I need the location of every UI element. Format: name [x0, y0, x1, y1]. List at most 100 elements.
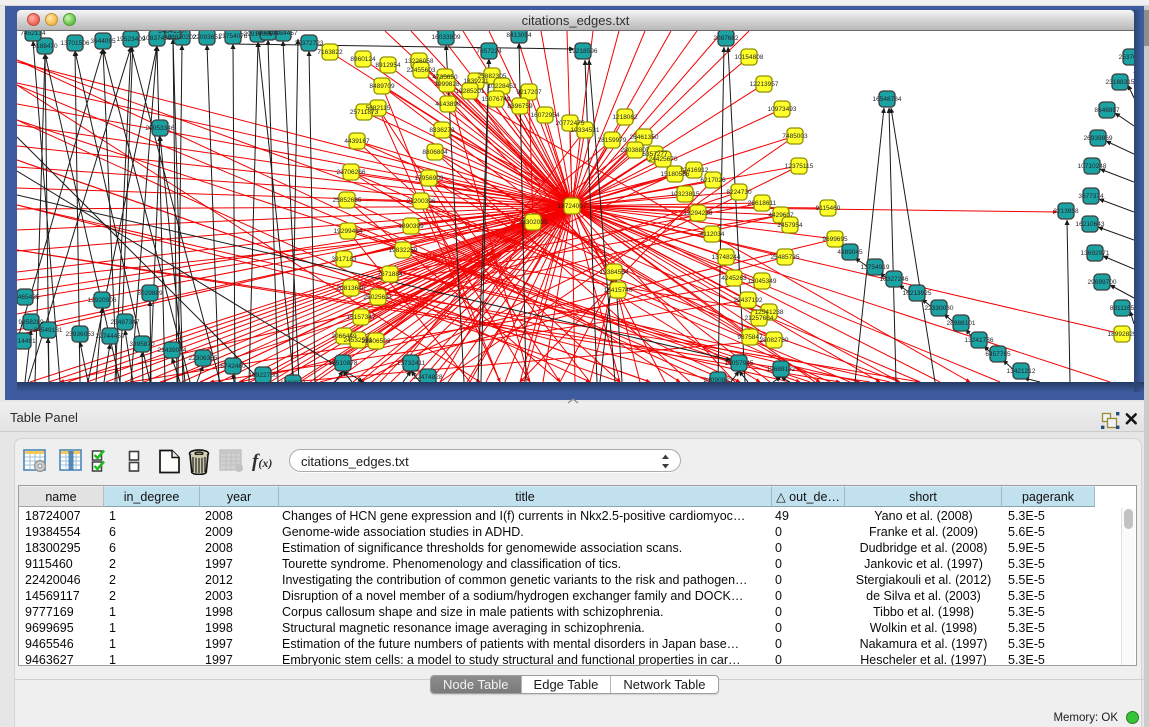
svg-text:13732411: 13732411 — [397, 360, 426, 367]
svg-text:23302035: 23302035 — [519, 219, 548, 226]
svg-text:5188470: 5188470 — [32, 43, 58, 50]
svg-text:16210643: 16210643 — [1076, 221, 1105, 228]
svg-text:19218596: 19218596 — [569, 48, 598, 55]
svg-text:13754919: 13754919 — [861, 264, 890, 271]
svg-text:18922760: 18922760 — [249, 372, 278, 379]
svg-text:2457954: 2457954 — [777, 222, 803, 229]
svg-text:4439167: 4439167 — [344, 138, 370, 145]
svg-text:3333883: 3333883 — [255, 31, 281, 36]
svg-text:24532561: 24532561 — [344, 337, 373, 344]
svg-text:8029889: 8029889 — [137, 290, 163, 297]
svg-text:10973493: 10973493 — [768, 106, 797, 113]
svg-text:17956909: 17956909 — [415, 175, 444, 182]
svg-text:10327246: 10327246 — [880, 276, 909, 283]
svg-text:21257684: 21257684 — [745, 315, 774, 322]
svg-text:12213957: 12213957 — [750, 81, 779, 88]
svg-text:20813640: 20813640 — [337, 285, 366, 292]
svg-text:4112034: 4112034 — [700, 231, 725, 238]
svg-text:28988101: 28988101 — [947, 320, 976, 327]
svg-text:9115460: 9115460 — [816, 205, 841, 212]
svg-text:4429607: 4429607 — [768, 212, 794, 219]
svg-text:24641507: 24641507 — [159, 31, 188, 35]
svg-text:4735650: 4735650 — [432, 74, 458, 81]
svg-text:22744459: 22744459 — [96, 333, 125, 340]
svg-text:20372723: 20372723 — [295, 40, 324, 47]
svg-text:16415740: 16415740 — [604, 287, 633, 294]
svg-text:7485003: 7485003 — [782, 133, 808, 140]
svg-text:24549181: 24549181 — [34, 327, 63, 334]
svg-text:9958289: 9958289 — [18, 319, 44, 326]
svg-text:3677374: 3677374 — [1078, 193, 1104, 200]
svg-text:15157347: 15157347 — [347, 314, 376, 321]
svg-text:26618611: 26618611 — [748, 200, 777, 207]
svg-text:10334531: 10334531 — [571, 127, 600, 134]
svg-text:1999828: 1999828 — [434, 81, 460, 88]
svg-text:22306335: 22306335 — [189, 355, 218, 362]
svg-text:29699700: 29699700 — [1088, 279, 1117, 286]
svg-text:18992829: 18992829 — [1108, 331, 1134, 338]
svg-text:13701506: 13701506 — [61, 40, 90, 47]
svg-text:12920906: 12920906 — [88, 297, 117, 304]
svg-text:1218062: 1218062 — [612, 114, 638, 121]
svg-text:13045349: 13045349 — [748, 278, 777, 285]
svg-text:25465435: 25465435 — [17, 294, 40, 301]
svg-text:9214491: 9214491 — [17, 338, 36, 345]
svg-text:9217207: 9217207 — [516, 89, 542, 96]
svg-text:13226058: 13226058 — [405, 58, 434, 65]
svg-text:25711873: 25711873 — [350, 109, 379, 116]
svg-text:13748244: 13748244 — [712, 254, 741, 261]
svg-text:24425670: 24425670 — [649, 156, 678, 163]
svg-text:8811165: 8811165 — [1110, 305, 1134, 312]
svg-text:8396759: 8396759 — [507, 103, 533, 110]
svg-text:23706266: 23706266 — [337, 169, 366, 176]
svg-text:4389045: 4389045 — [837, 249, 863, 256]
svg-text:2537611: 2537611 — [1119, 54, 1134, 61]
svg-text:8912954: 8912954 — [375, 62, 401, 69]
svg-text:20053346: 20053346 — [146, 125, 175, 132]
svg-text:19523409: 19523409 — [117, 36, 146, 43]
svg-text:10323815: 10323815 — [671, 191, 700, 198]
svg-text:25852685: 25852685 — [333, 197, 362, 204]
svg-text:22093651: 22093651 — [193, 34, 222, 41]
svg-text:28159979: 28159979 — [598, 137, 627, 144]
svg-text:8960124: 8960124 — [350, 56, 376, 63]
svg-text:1890399: 1890399 — [398, 223, 424, 230]
svg-text:16548784: 16548784 — [873, 96, 902, 103]
svg-text:25882305: 25882305 — [478, 73, 507, 80]
svg-text:4143890: 4143890 — [435, 101, 461, 108]
svg-text:3395870: 3395870 — [129, 341, 155, 348]
svg-text:7452134: 7452134 — [20, 31, 46, 37]
svg-text:9699695: 9699695 — [822, 236, 848, 243]
svg-text:8806804: 8806804 — [422, 149, 448, 156]
svg-text:19688132: 19688132 — [767, 366, 796, 373]
svg-text:10154808: 10154808 — [735, 54, 764, 61]
svg-text:13692971: 13692971 — [1081, 250, 1110, 257]
svg-text:10710248: 10710248 — [1078, 163, 1107, 170]
svg-text:21200396: 21200396 — [407, 198, 436, 205]
svg-text:3213958: 3213958 — [1053, 208, 1079, 215]
svg-text:10228452: 10228452 — [488, 83, 517, 90]
svg-text:26461350: 26461350 — [630, 134, 659, 141]
svg-text:23188315: 23188315 — [1106, 79, 1134, 86]
svg-text:8646997: 8646997 — [1094, 107, 1120, 114]
svg-text:6217026: 6217026 — [700, 177, 726, 184]
svg-text:28082730: 28082730 — [760, 337, 789, 344]
svg-text:8413054: 8413054 — [506, 32, 532, 39]
svg-text:19299464: 19299464 — [334, 228, 363, 235]
svg-text:13241736: 13241736 — [965, 337, 994, 344]
svg-text:6457765: 6457765 — [985, 351, 1011, 358]
svg-text:8489709: 8489709 — [369, 83, 395, 90]
svg-text:8224730: 8224730 — [726, 189, 752, 196]
svg-text:16213925: 16213925 — [903, 290, 932, 297]
svg-text:7671884: 7671884 — [377, 271, 403, 278]
svg-text:25485735: 25485735 — [771, 254, 800, 261]
svg-text:22474828: 22474828 — [414, 374, 443, 381]
svg-text:20772475: 20772475 — [556, 120, 585, 127]
svg-text:3644095: 3644095 — [90, 38, 116, 45]
svg-text:18724007: 18724007 — [558, 203, 587, 210]
svg-text:23936053: 23936053 — [66, 331, 95, 338]
svg-text:16510878: 16510878 — [329, 360, 358, 367]
svg-text:29437192: 29437192 — [734, 297, 763, 304]
svg-text:25025631: 25025631 — [364, 294, 393, 301]
svg-text:10057945: 10057945 — [725, 360, 754, 367]
